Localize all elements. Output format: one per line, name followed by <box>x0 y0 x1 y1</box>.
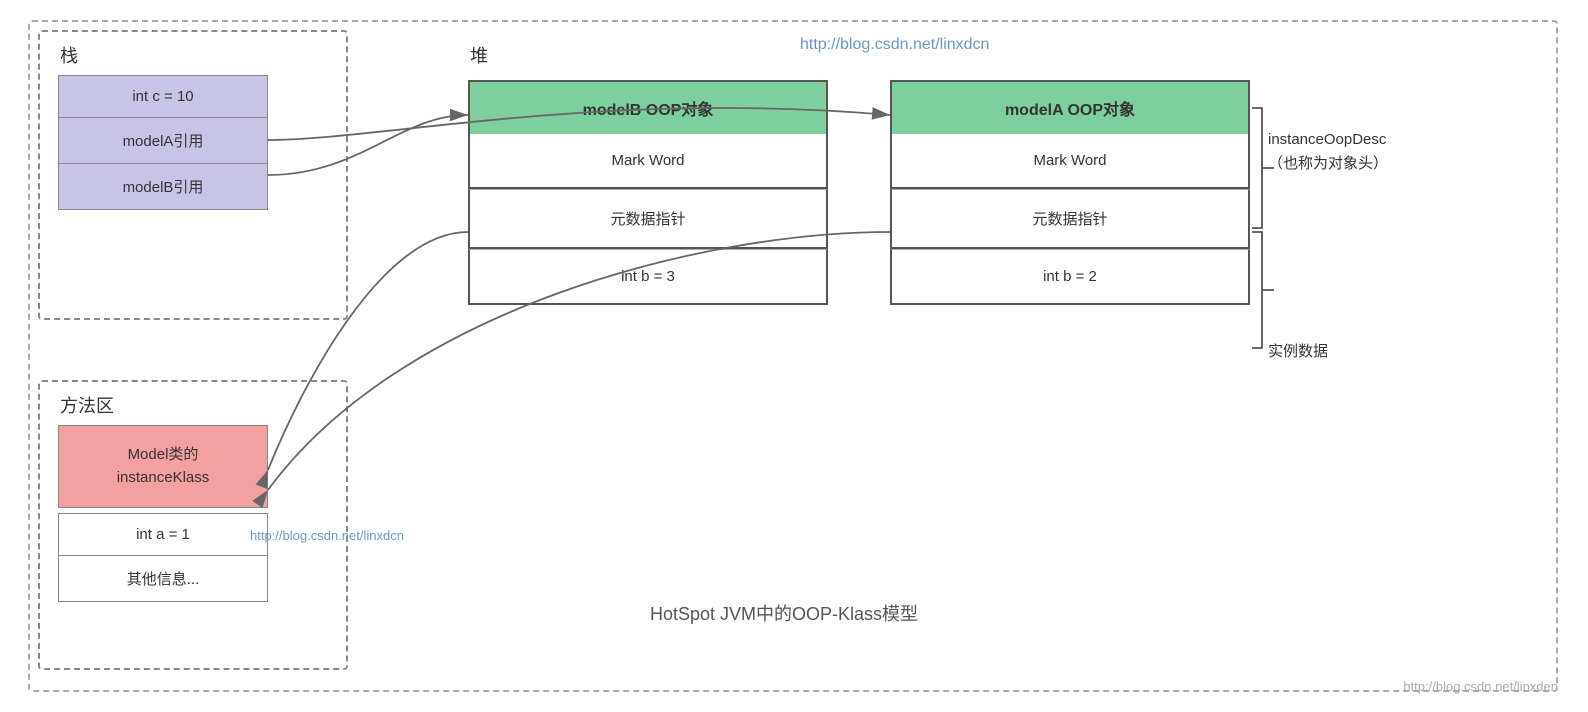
url-bottom-right: http://blog.csdn.net/linxden <box>1403 679 1558 694</box>
stack-item-modelb: modelB引用 <box>58 164 268 210</box>
modelb-row-metadata: 元数据指针 <box>468 189 828 249</box>
heap-label: 堆 <box>470 42 488 68</box>
method-items: int a = 1 其他信息... <box>58 513 268 602</box>
stack-item-c: int c = 10 <box>58 75 268 118</box>
modelb-row-intb: int b = 3 <box>468 249 828 305</box>
method-label: 方法区 <box>60 392 114 418</box>
stack-item-modela: modelA引用 <box>58 118 268 164</box>
modela-box: modelA OOP对象 Mark Word 元数据指针 int b = 2 <box>890 80 1250 305</box>
modelb-header: modelB OOP对象 <box>468 80 828 134</box>
modela-row-intb: int b = 2 <box>890 249 1250 305</box>
modela-row-metadata: 元数据指针 <box>890 189 1250 249</box>
diagram-container: 栈 int c = 10 modelA引用 modelB引用 方法区 Model… <box>0 0 1588 712</box>
method-item-other: 其他信息... <box>58 556 268 602</box>
stack-label: 栈 <box>60 42 78 68</box>
modelb-box: modelB OOP对象 Mark Word 元数据指针 int b = 3 <box>468 80 828 305</box>
modela-header: modelA OOP对象 <box>890 80 1250 134</box>
instance-data-label: 实例数据 <box>1268 340 1328 361</box>
modelb-row-markword: Mark Word <box>468 134 828 189</box>
method-klass: Model类的 instanceKlass <box>58 425 268 508</box>
instance-oop-desc-label: instanceOopDesc （也称为对象头） <box>1268 128 1388 176</box>
stack-items: int c = 10 modelA引用 modelB引用 <box>58 75 268 210</box>
url-top: http://blog.csdn.net/linxdcn <box>800 36 989 54</box>
method-item-a: int a = 1 <box>58 513 268 556</box>
url-method: http://blog.csdn.net/linxdcn <box>250 528 404 543</box>
hotspot-label: HotSpot JVM中的OOP-Klass模型 <box>650 600 918 626</box>
modela-row-markword: Mark Word <box>890 134 1250 189</box>
